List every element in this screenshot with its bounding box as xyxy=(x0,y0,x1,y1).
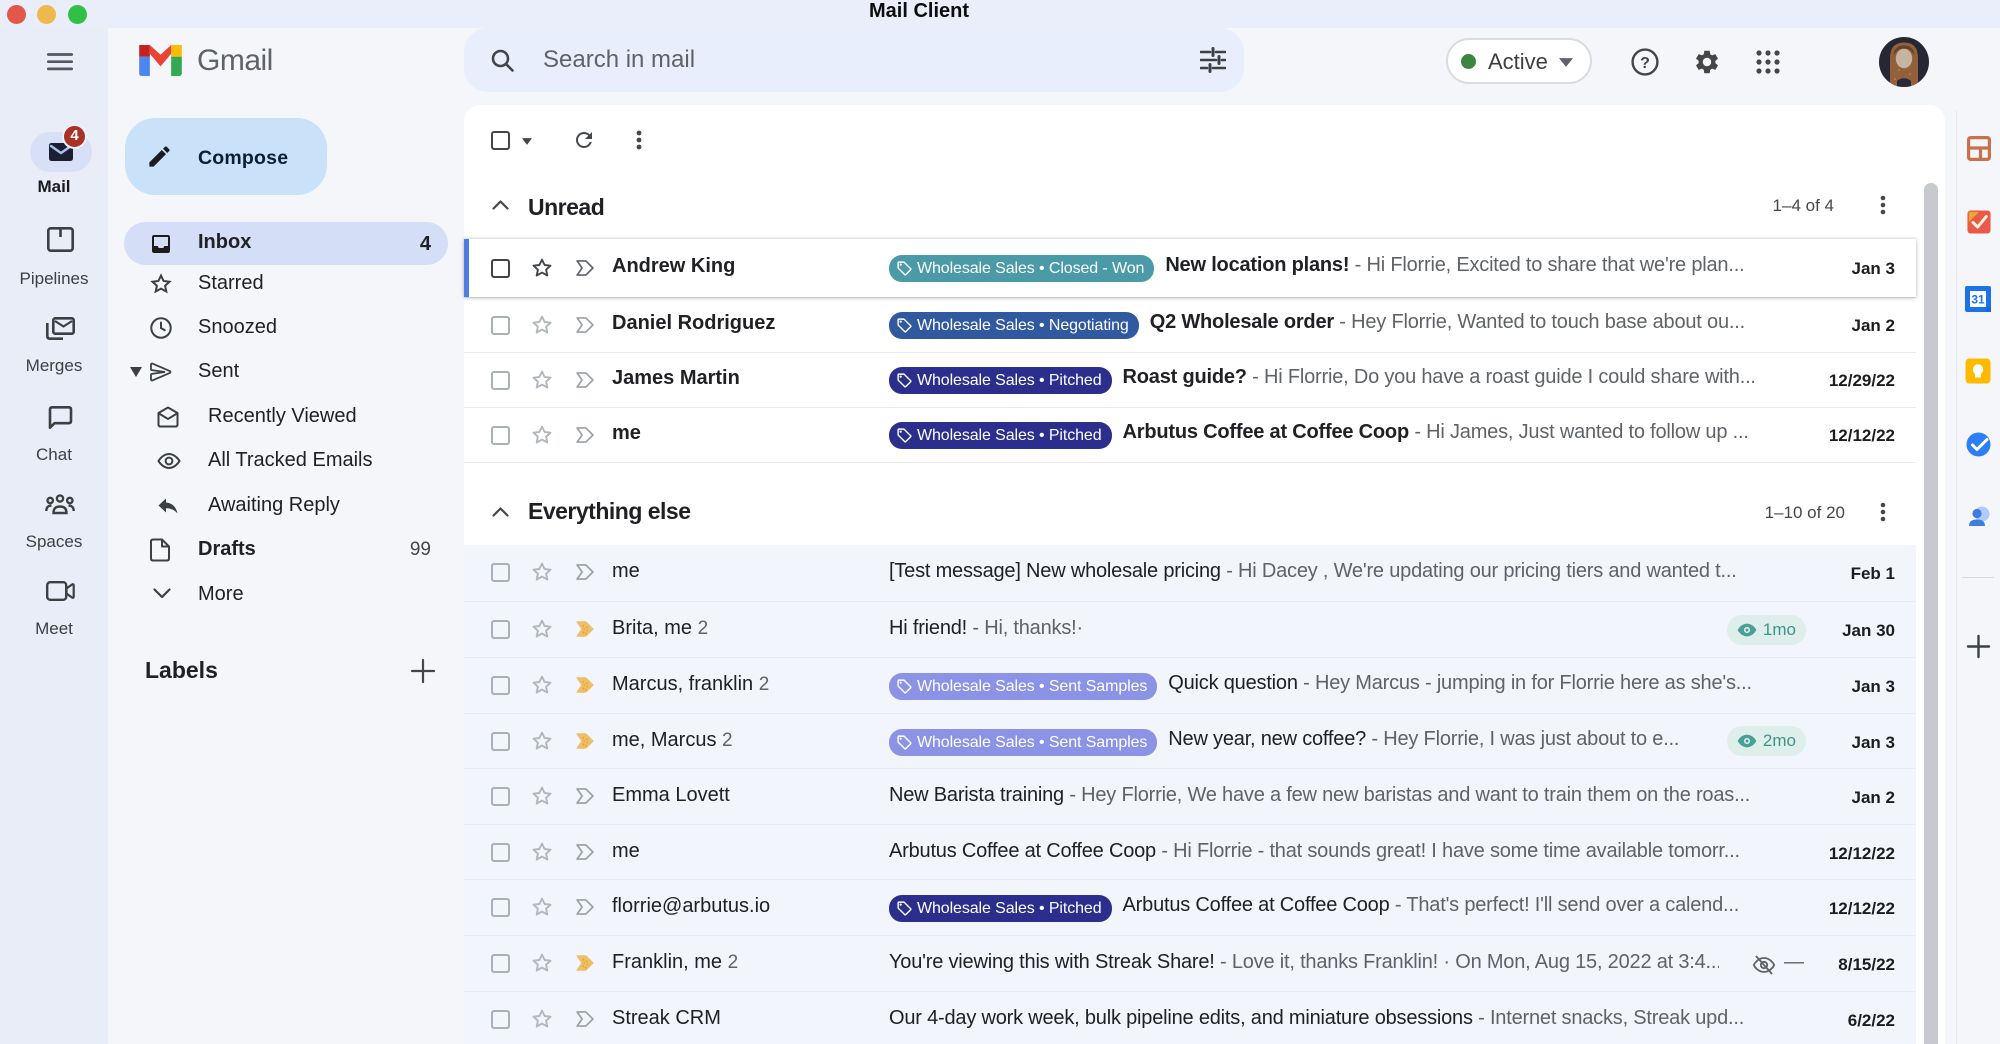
svg-text:31: 31 xyxy=(1971,293,1985,307)
svg-text:?: ? xyxy=(1640,55,1650,72)
